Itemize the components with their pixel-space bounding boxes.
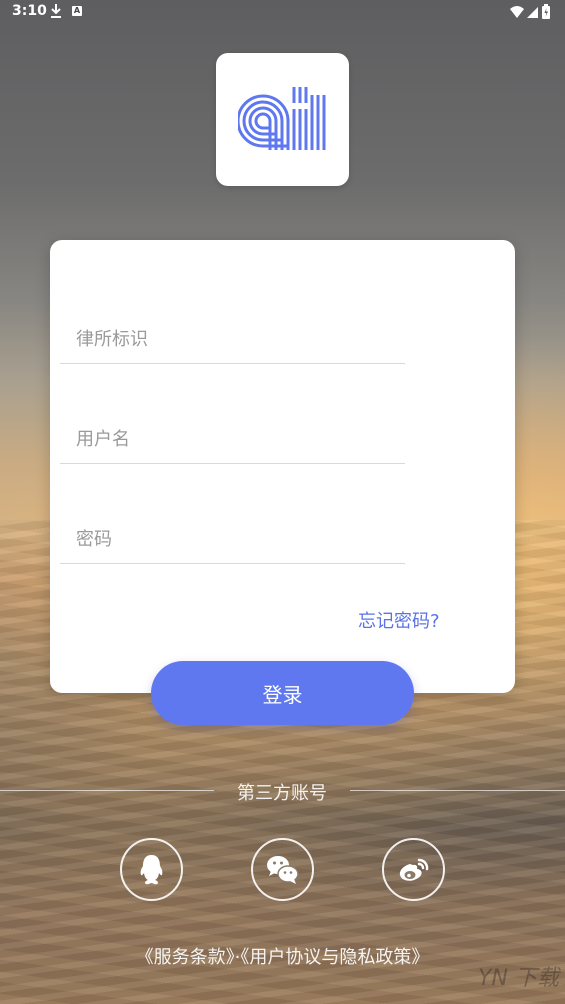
wechat-icon [267,856,299,884]
terms-of-service-link[interactable]: 《服务条款》 [136,947,235,968]
forgot-password-link[interactable]: 忘记密码? [358,607,440,633]
login-card [50,240,515,693]
username-input[interactable] [76,422,396,456]
qq-login-button[interactable] [120,838,183,901]
third-party-label: 第三方账号 [237,783,327,804]
divider-left [0,790,214,791]
status-time: 3:10 [12,3,47,19]
user-agreement-link[interactable]: 《用户协议与隐私政策》 [240,947,429,968]
ai-logo-icon [238,87,326,150]
wifi-icon [510,6,524,18]
watermark: YN 下载 [478,966,559,991]
password-field[interactable] [60,514,405,564]
divider-right [350,790,565,791]
wechat-login-button[interactable] [251,838,314,901]
login-button[interactable]: 登录 [151,661,414,725]
notification-a-icon: A [72,6,82,16]
password-input[interactable] [76,522,396,556]
firm-id-field[interactable] [60,314,405,364]
username-field[interactable] [60,414,405,464]
download-icon [51,4,61,18]
qq-icon [140,855,163,885]
firm-id-input[interactable] [76,322,396,356]
weibo-login-button[interactable] [382,838,445,901]
battery-icon [542,4,550,19]
status-right-icons [510,4,550,19]
weibo-icon [399,858,429,881]
app-logo [216,53,349,186]
cell-signal-icon [527,7,538,18]
status-bar: 3:10 A [0,0,565,24]
